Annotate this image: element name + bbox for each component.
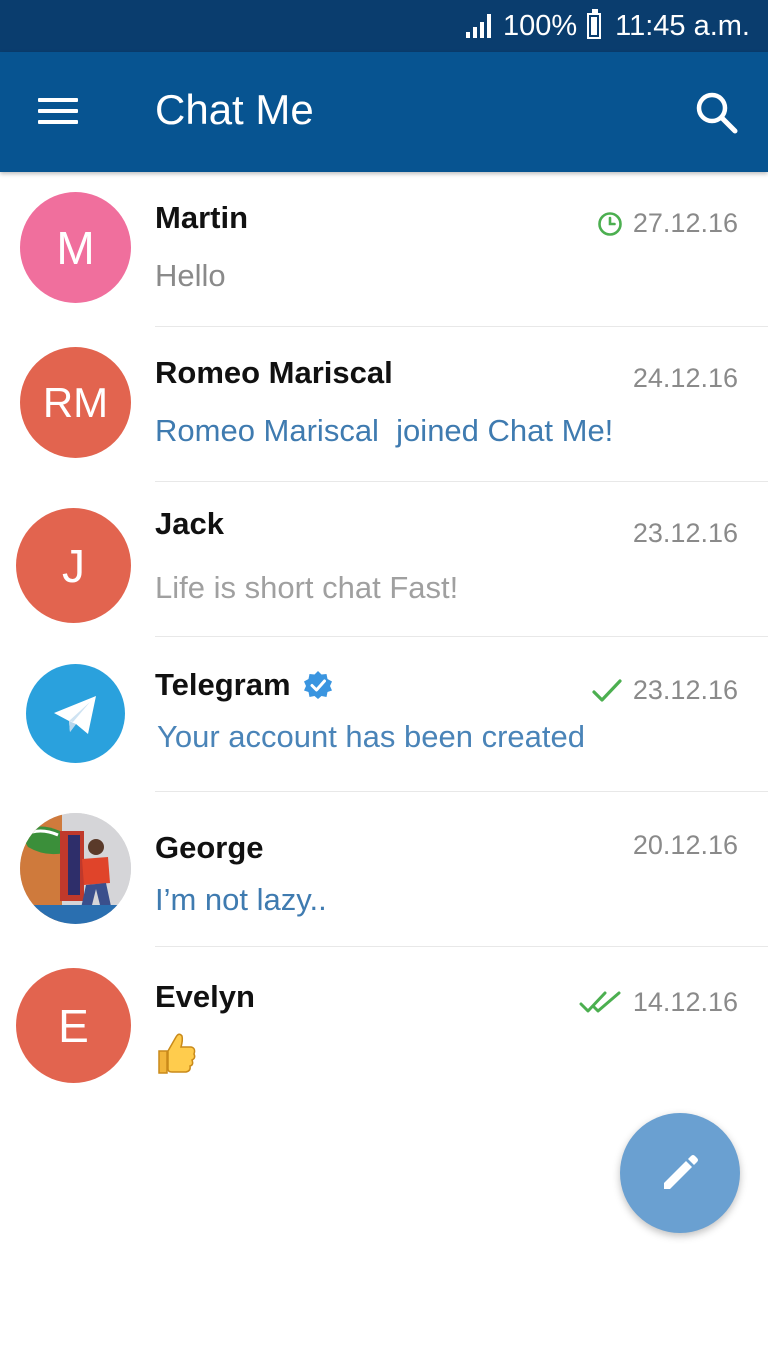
avatar: RM <box>20 347 131 458</box>
battery-percent: 100% <box>502 9 578 42</box>
chat-name: Jack <box>155 506 224 541</box>
signal-icon <box>465 14 491 38</box>
chat-message: Your account has been created <box>157 719 586 754</box>
chat-row-telegram[interactable]: Telegram Your account has been created 2… <box>0 637 768 792</box>
compose-button[interactable] <box>620 1113 740 1233</box>
chat-message: Romeo Mariscal joined Chat Me! <box>155 413 614 448</box>
avatar <box>20 813 131 924</box>
clock-icon <box>598 211 622 236</box>
chat-name: Martin <box>155 200 248 235</box>
chat-date: 23.12.16 <box>632 518 738 548</box>
avatar: M <box>20 192 131 303</box>
chat-list: M Martin Hello 27.12.16 RM Romeo Marisca… <box>0 172 768 1102</box>
search-icon[interactable] <box>692 88 742 138</box>
chat-date: 23.12.16 <box>591 675 738 706</box>
chat-date: 20.12.16 <box>632 830 738 860</box>
app-title: Chat Me <box>155 86 314 133</box>
pencil-icon <box>664 1155 698 1189</box>
chat-row-jack[interactable]: J Jack Life is short chat Fast! 23.12.16 <box>0 482 768 637</box>
telegram-logo-icon <box>26 664 125 763</box>
battery-icon <box>587 9 602 39</box>
verified-badge-icon <box>303 671 332 699</box>
chat-row-romeo-mariscal[interactable]: RM Romeo Mariscal Romeo Mariscal joined … <box>0 327 768 482</box>
avatar: E <box>16 968 131 1083</box>
chat-date: 24.12.16 <box>632 363 738 393</box>
chat-message: Life is short chat Fast! <box>155 570 459 605</box>
thumbs-up-icon: 👍 <box>155 1031 197 1083</box>
chat-message: I’m not lazy.. <box>155 882 327 917</box>
chat-name: Evelyn <box>155 979 255 1014</box>
chat-date: 14.12.16 <box>579 987 738 1018</box>
chat-row-george[interactable]: George I’m not lazy.. 20.12.16 <box>0 792 768 947</box>
chat-row-evelyn[interactable]: E Evelyn 👍 14.12.16 <box>0 947 768 1102</box>
chat-name: George <box>155 830 264 865</box>
check-icon <box>592 678 622 702</box>
chat-row-martin[interactable]: M Martin Hello 27.12.16 <box>0 172 768 327</box>
chat-date: 27.12.16 <box>597 208 738 239</box>
chat-name: Romeo Mariscal <box>155 355 393 390</box>
app-bar: Chat Me <box>0 52 768 172</box>
chat-message: Hello <box>155 258 226 293</box>
status-bar: 100% 11:45 a.m. <box>0 0 768 52</box>
avatar: J <box>16 508 131 623</box>
status-time: 11:45 a.m. <box>615 9 750 42</box>
double-check-icon <box>579 991 621 1012</box>
chat-name: Telegram <box>155 667 333 703</box>
menu-icon[interactable] <box>38 98 80 128</box>
